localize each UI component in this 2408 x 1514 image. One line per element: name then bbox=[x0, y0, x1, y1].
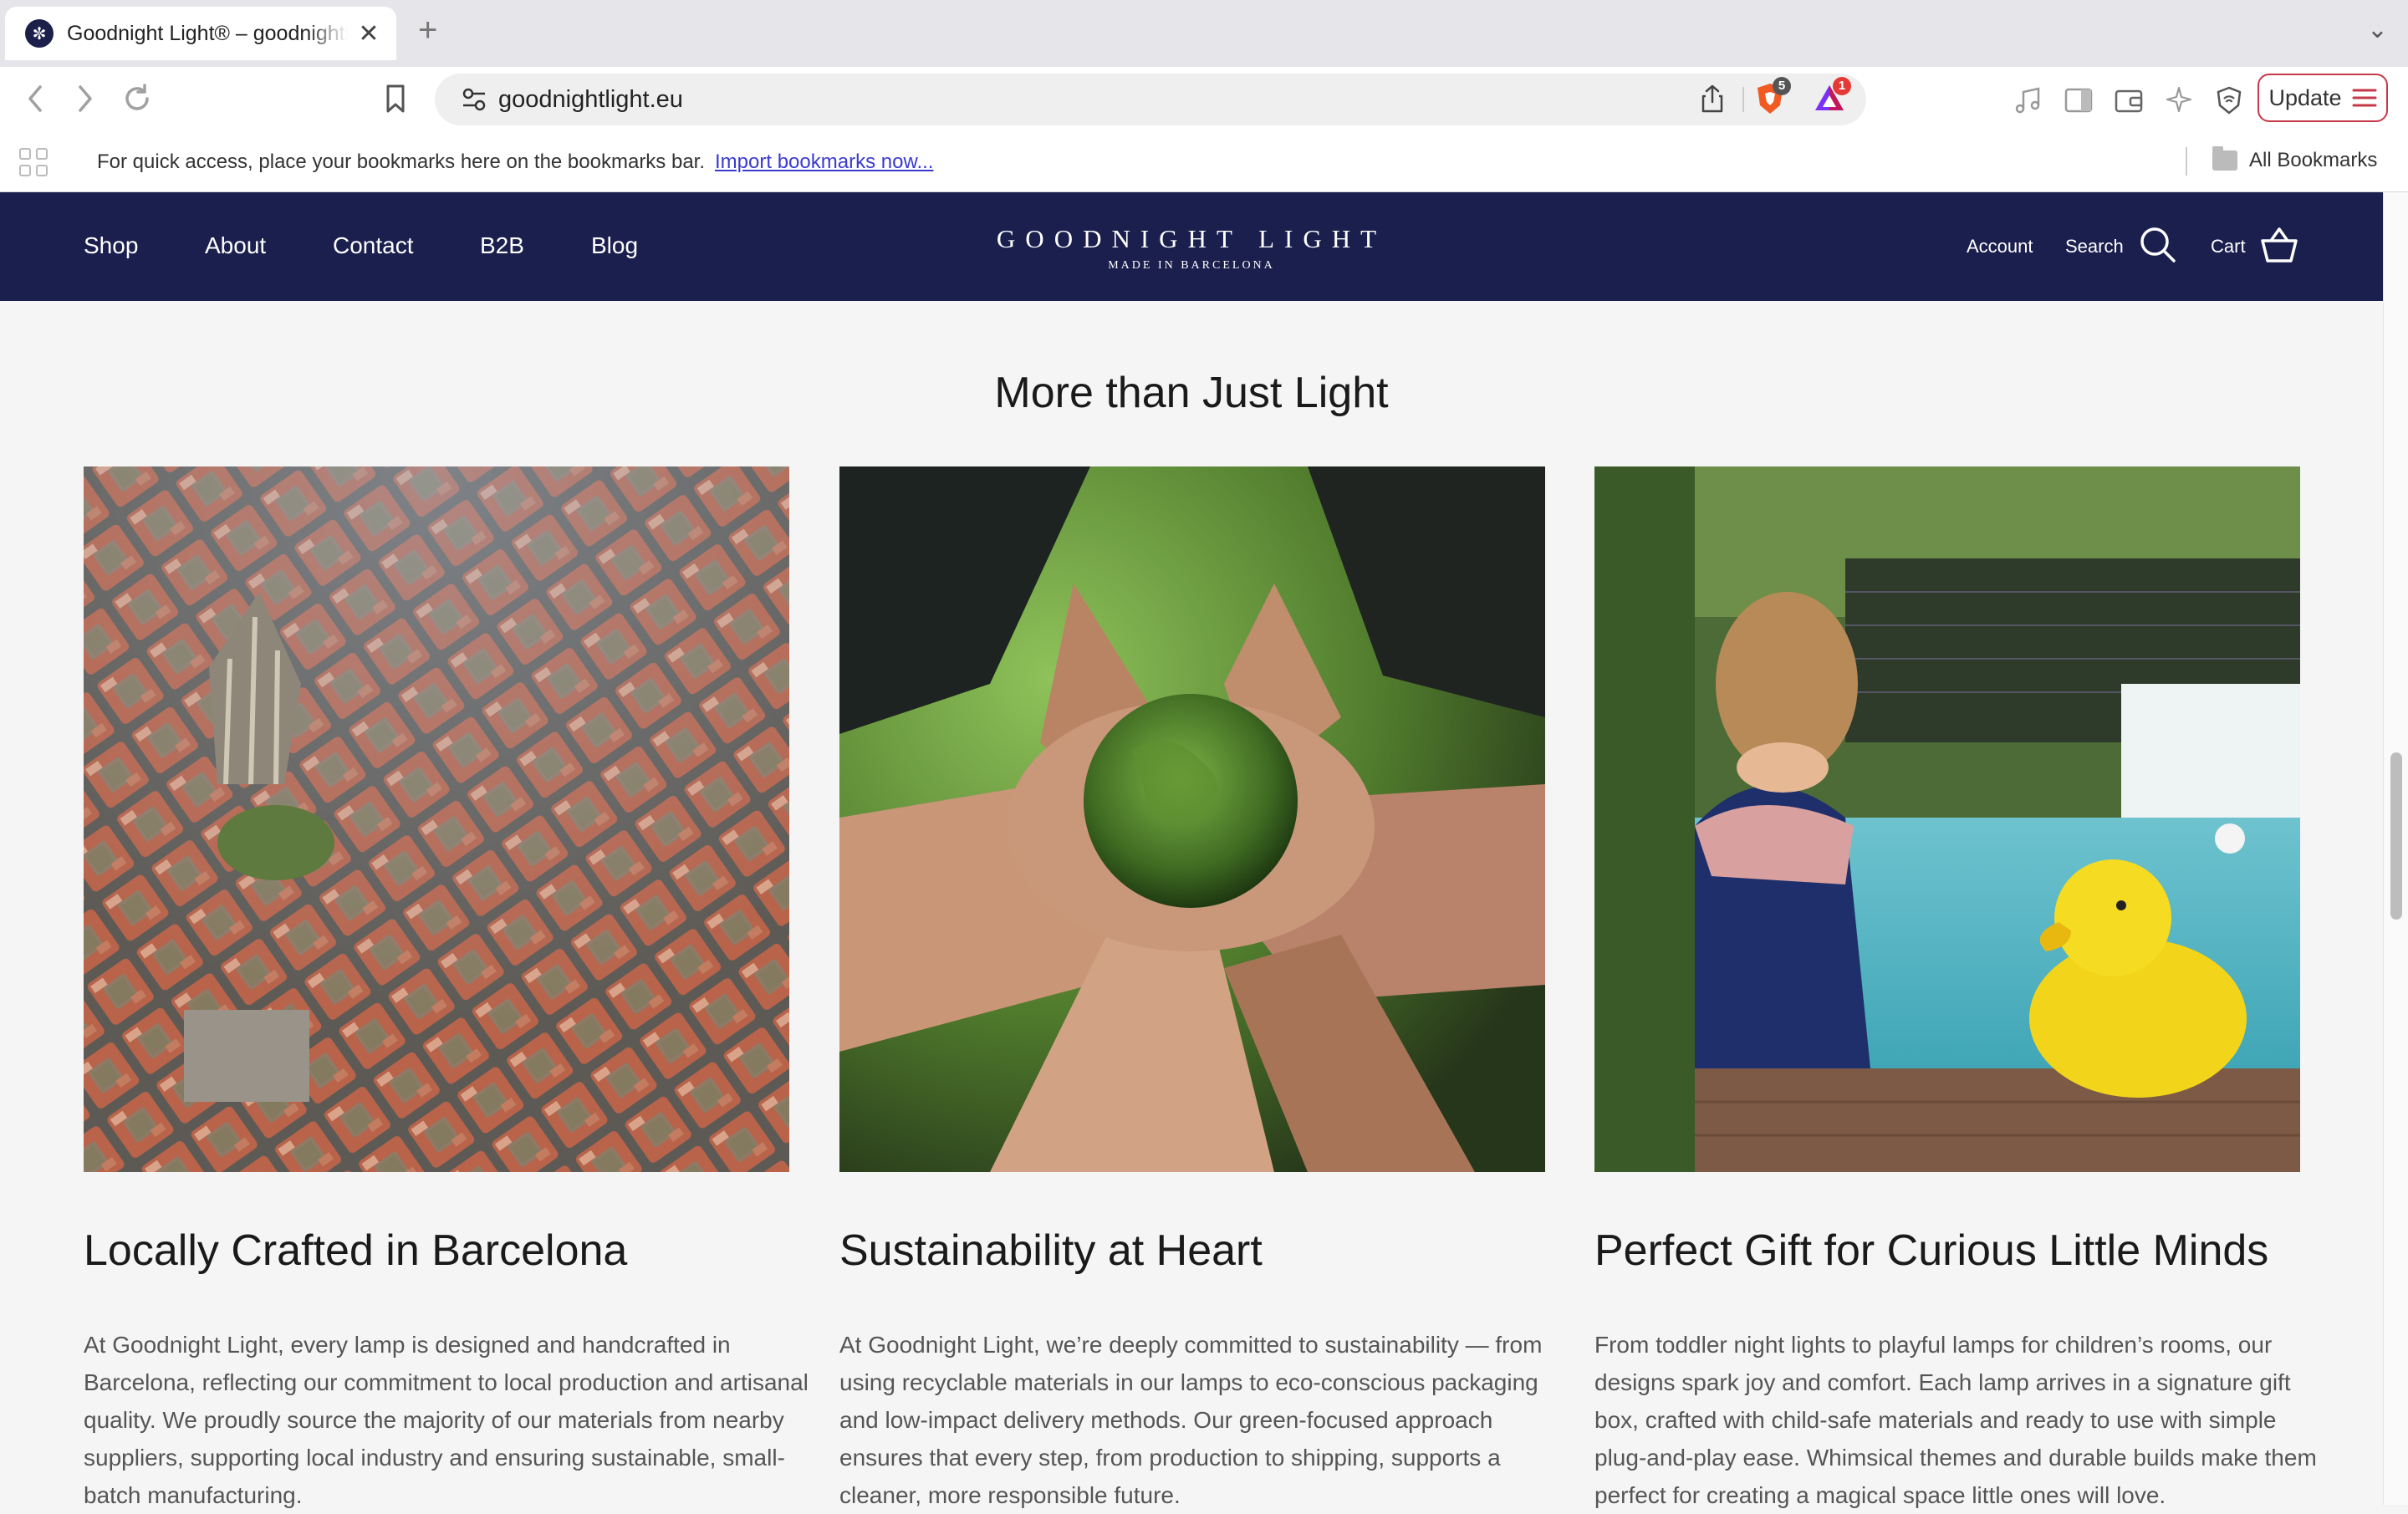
site-settings-icon[interactable] bbox=[460, 85, 488, 114]
browser-tab[interactable]: ✼ Goodnight Light® – goodnightlight.eu ✕ bbox=[5, 7, 396, 60]
import-bookmarks-link[interactable]: Import bookmarks now... bbox=[715, 150, 933, 173]
back-icon[interactable] bbox=[23, 82, 47, 115]
leo-ai-icon[interactable] bbox=[2164, 85, 2194, 115]
bookmark-icon[interactable] bbox=[381, 82, 410, 115]
address-bar[interactable]: goodnightlight.eu 5 1 bbox=[435, 74, 1866, 125]
forward-icon[interactable] bbox=[74, 82, 97, 115]
urlbar-divider bbox=[1742, 87, 1744, 112]
bookmarks-divider bbox=[2186, 147, 2187, 176]
vpn-shield-icon[interactable] bbox=[2214, 85, 2244, 115]
logo-tagline: MADE IN BARCELONA bbox=[1108, 259, 1275, 272]
all-bookmarks-label: All Bookmarks bbox=[2249, 149, 2378, 171]
cart-basket-icon[interactable] bbox=[2259, 226, 2299, 264]
tab-title: Goodnight Light® – goodnightlight.eu bbox=[67, 21, 348, 45]
cart-link[interactable]: Cart bbox=[2211, 236, 2246, 257]
search-icon[interactable] bbox=[2139, 226, 2177, 264]
url-text[interactable]: goodnightlight.eu bbox=[498, 86, 683, 114]
barcelona-aerial-image bbox=[84, 466, 789, 1172]
section-title: More than Just Light bbox=[994, 369, 1389, 417]
brave-shields-icon[interactable]: 5 bbox=[1754, 77, 1791, 115]
card-title-gift: Perfect Gift for Curious Little Minds bbox=[1594, 1226, 2269, 1275]
all-bookmarks-button[interactable]: All Bookmarks bbox=[2212, 146, 2378, 172]
girl-duck-lamp-image bbox=[1594, 466, 2300, 1172]
share-icon[interactable] bbox=[1699, 84, 1726, 114]
tab-list-chevron-icon[interactable]: ⌄ bbox=[2367, 15, 2388, 44]
site-favicon-icon: ✼ bbox=[25, 19, 54, 48]
card-text-sustainability: At Goodnight Light, we’re deeply committ… bbox=[839, 1332, 1543, 1508]
brave-rewards-icon[interactable]: 1 bbox=[1813, 77, 1851, 115]
page-scrollbar[interactable] bbox=[2383, 192, 2408, 1505]
menu-hamburger-icon bbox=[2352, 89, 2377, 107]
search-link[interactable]: Search bbox=[2065, 236, 2124, 257]
account-link[interactable]: Account bbox=[1967, 236, 2033, 257]
update-button[interactable]: Update bbox=[2258, 74, 2388, 122]
tab-strip: ✼ Goodnight Light® – goodnightlight.eu ✕… bbox=[0, 0, 2408, 67]
bookmarks-bar: For quick access, place your bookmarks h… bbox=[0, 132, 2408, 192]
card-text-barcelona: At Goodnight Light, every lamp is design… bbox=[84, 1332, 809, 1508]
card-title-barcelona: Locally Crafted in Barcelona bbox=[84, 1226, 628, 1275]
browser-toolbar: goodnightlight.eu 5 1 Update bbox=[0, 67, 2408, 132]
apps-grid-icon[interactable] bbox=[18, 147, 48, 177]
sidebar-toggle-icon[interactable] bbox=[2064, 85, 2094, 115]
rewards-count-badge: 1 bbox=[1833, 77, 1851, 95]
reload-icon[interactable] bbox=[120, 82, 154, 115]
bookmarks-hint: For quick access, place your bookmarks h… bbox=[97, 150, 933, 174]
card-text-gift: From toddler night lights to playful lam… bbox=[1594, 1332, 2317, 1508]
site-header: Shop About Contact B2B Blog GOODNIGHT LI… bbox=[0, 192, 2383, 301]
new-tab-icon[interactable]: + bbox=[418, 12, 437, 49]
folder-icon bbox=[2212, 146, 2237, 171]
scrollbar-thumb[interactable] bbox=[2390, 752, 2402, 920]
media-music-icon[interactable] bbox=[2013, 85, 2043, 115]
bookmarks-hint-text: For quick access, place your bookmarks h… bbox=[97, 150, 706, 173]
wallet-icon[interactable] bbox=[2114, 85, 2144, 115]
tab-close-icon[interactable]: ✕ bbox=[356, 19, 381, 48]
shields-count-badge: 5 bbox=[1773, 77, 1791, 95]
update-label: Update bbox=[2268, 84, 2342, 110]
hands-globe-image bbox=[839, 466, 1545, 1172]
card-title-sustainability: Sustainability at Heart bbox=[839, 1226, 1263, 1275]
